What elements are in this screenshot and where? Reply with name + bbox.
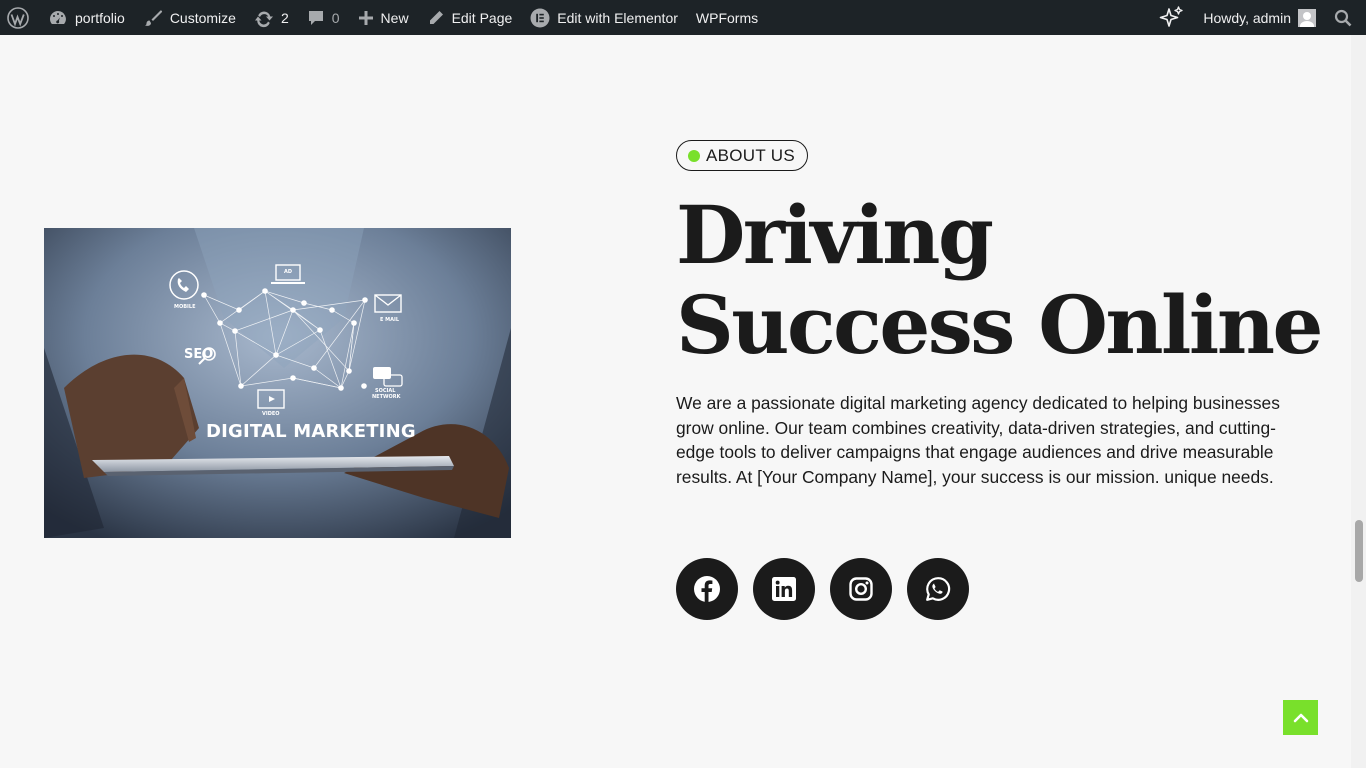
new-label: New bbox=[380, 9, 409, 26]
howdy-label: Howdy, admin bbox=[1203, 9, 1291, 26]
edit-page-label: Edit Page bbox=[451, 9, 513, 26]
sparkle-icon bbox=[1160, 5, 1184, 27]
image-label-ad: AD bbox=[284, 269, 292, 275]
edit-elementor-link[interactable]: Edit with Elementor bbox=[521, 0, 687, 35]
image-label-email: E MAIL bbox=[380, 317, 400, 323]
elementor-icon bbox=[530, 8, 550, 27]
scrollbar-thumb[interactable] bbox=[1355, 520, 1363, 582]
digital-marketing-image: MOBILE AD E MAIL SEO SOCIAL NETWORK VIDE… bbox=[44, 228, 511, 538]
customize-label: Customize bbox=[169, 9, 236, 26]
updates-count: 2 bbox=[280, 9, 289, 26]
wpforms-label: WPForms bbox=[695, 9, 759, 26]
customize-link[interactable]: Customize bbox=[134, 0, 245, 35]
about-us-label: ABOUT US bbox=[706, 145, 795, 165]
image-label-seo: SEO bbox=[184, 347, 213, 362]
linkedin-button[interactable] bbox=[753, 558, 815, 620]
image-label-video: VIDEO bbox=[262, 411, 280, 417]
ai-sparkle-button[interactable] bbox=[1150, 0, 1194, 35]
whatsapp-button[interactable] bbox=[907, 558, 969, 620]
site-name-label: portfolio bbox=[75, 9, 125, 26]
chevron-up-icon bbox=[1293, 713, 1308, 722]
dashboard-icon bbox=[50, 10, 66, 24]
admin-search-button[interactable] bbox=[1325, 0, 1366, 35]
my-account-menu[interactable]: Howdy, admin bbox=[1194, 0, 1325, 35]
new-content-menu[interactable]: New bbox=[349, 0, 418, 35]
headline-line-2: Success Online bbox=[676, 278, 1323, 372]
headline-line-1: Driving bbox=[676, 188, 994, 282]
wp-admin-bar: portfolio Customize 2 0 New Edit Page Ed… bbox=[0, 0, 1366, 35]
edit-elementor-label: Edit with Elementor bbox=[557, 9, 678, 26]
wpforms-link[interactable]: WPForms bbox=[687, 0, 767, 35]
comments-link[interactable]: 0 bbox=[298, 0, 349, 35]
updates-link[interactable]: 2 bbox=[245, 0, 298, 35]
edit-page-link[interactable]: Edit Page bbox=[418, 0, 522, 35]
facebook-button[interactable] bbox=[676, 558, 738, 620]
about-paragraph: We are a passionate digital marketing ag… bbox=[676, 393, 1280, 487]
status-dot bbox=[688, 149, 700, 162]
page-scrollbar[interactable] bbox=[1351, 35, 1366, 768]
page-headline: Driving Success Online bbox=[676, 188, 1323, 372]
instagram-button[interactable] bbox=[830, 558, 892, 620]
image-label-mobile: MOBILE bbox=[174, 304, 196, 310]
avatar bbox=[1298, 8, 1316, 27]
about-us-badge: ABOUT US bbox=[676, 140, 808, 171]
image-label-network: NETWORK bbox=[372, 394, 402, 400]
pencil-icon bbox=[428, 10, 443, 25]
image-caption: DIGITAL MARKETING bbox=[206, 421, 416, 442]
paintbrush-icon bbox=[144, 9, 162, 26]
scroll-to-top-button[interactable] bbox=[1283, 700, 1318, 735]
updates-icon bbox=[254, 11, 273, 27]
comments-count: 0 bbox=[331, 9, 340, 26]
whatsapp-icon bbox=[926, 577, 951, 601]
instagram-icon bbox=[849, 577, 873, 601]
wordpress-logo-icon[interactable] bbox=[0, 0, 39, 35]
site-name-menu[interactable]: portfolio bbox=[39, 0, 134, 35]
linkedin-icon bbox=[772, 577, 796, 601]
comment-icon bbox=[308, 10, 323, 25]
social-links bbox=[676, 558, 984, 620]
admin-bar-secondary: Howdy, admin bbox=[1150, 0, 1366, 35]
plus-icon bbox=[358, 10, 373, 25]
facebook-icon bbox=[694, 576, 720, 602]
search-icon bbox=[1334, 9, 1352, 26]
